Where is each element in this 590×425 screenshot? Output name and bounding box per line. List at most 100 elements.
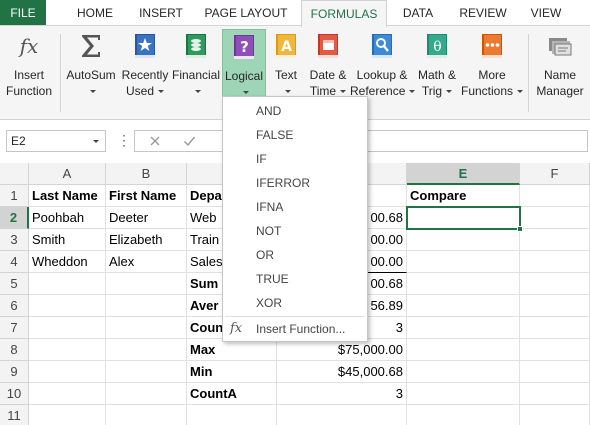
cell-b1[interactable]: First Name — [106, 185, 187, 207]
menu-item-true[interactable]: TRUE — [223, 267, 367, 291]
cell-e11[interactable] — [407, 405, 520, 425]
menu-item-insert-function[interactable]: fx Insert Function... — [223, 317, 367, 341]
cell-f10[interactable] — [520, 383, 590, 405]
row-header-9[interactable]: 9 — [0, 361, 29, 383]
name-box[interactable]: E2 — [6, 130, 106, 152]
cell-d8[interactable]: $75,000.00 — [277, 339, 407, 361]
row-header-6[interactable]: 6 — [0, 295, 29, 317]
cell-a4[interactable]: Wheddon — [29, 251, 106, 273]
fill-handle[interactable] — [517, 226, 523, 232]
cell-d10[interactable]: 3 — [277, 383, 407, 405]
cell-f2[interactable] — [520, 207, 590, 229]
cell-b8[interactable] — [106, 339, 187, 361]
recently-used-button[interactable]: Recently Used — [120, 29, 170, 117]
check-icon[interactable] — [183, 135, 196, 147]
menu-item-iferror[interactable]: IFERROR — [223, 171, 367, 195]
x-icon[interactable] — [149, 135, 161, 147]
menu-item-not[interactable]: NOT — [223, 219, 367, 243]
cell-a7[interactable] — [29, 317, 106, 339]
tab-insert[interactable]: INSERT — [128, 0, 194, 26]
cell-e9[interactable] — [407, 361, 520, 383]
name-manager-button[interactable]: Name Manager — [532, 29, 588, 117]
tab-page-layout[interactable]: PAGE LAYOUT — [196, 0, 296, 26]
cell-e1[interactable]: Compare — [407, 185, 520, 207]
column-header-b[interactable]: B — [106, 163, 187, 185]
cell-b4[interactable]: Alex — [106, 251, 187, 273]
name-box-dropdown-icon[interactable] — [93, 140, 99, 143]
more-functions-button[interactable]: More Functions — [460, 29, 524, 117]
tab-review[interactable]: REVIEW — [450, 0, 516, 26]
cell-e7[interactable] — [407, 317, 520, 339]
cell-a9[interactable] — [29, 361, 106, 383]
cell-f1[interactable] — [520, 185, 590, 207]
cell-a5[interactable] — [29, 273, 106, 295]
menu-item-xor[interactable]: XOR — [223, 291, 367, 315]
math-trig-button[interactable]: θ Math & Trig — [414, 29, 460, 117]
cell-b10[interactable] — [106, 383, 187, 405]
cell-d9[interactable]: $45,000.68 — [277, 361, 407, 383]
tab-file[interactable]: FILE — [0, 0, 46, 26]
row-header-7[interactable]: 7 — [0, 317, 29, 339]
cell-c8[interactable]: Max — [187, 339, 277, 361]
tab-view[interactable]: VIEW — [518, 0, 574, 26]
cell-a2[interactable]: Poohbah — [29, 207, 106, 229]
financial-caret[interactable] — [171, 83, 221, 99]
cell-f11[interactable] — [520, 405, 590, 425]
cell-f3[interactable] — [520, 229, 590, 251]
row-header-3[interactable]: 3 — [0, 229, 29, 251]
cell-e10[interactable] — [407, 383, 520, 405]
cell-a11[interactable] — [29, 405, 106, 425]
row-header-2[interactable]: 2 — [0, 207, 29, 229]
row-header-8[interactable]: 8 — [0, 339, 29, 361]
cell-d11[interactable] — [277, 405, 407, 425]
cell-a1[interactable]: Last Name — [29, 185, 106, 207]
cell-f7[interactable] — [520, 317, 590, 339]
cell-b9[interactable] — [106, 361, 187, 383]
menu-item-if[interactable]: IF — [223, 147, 367, 171]
autosum-caret[interactable] — [64, 83, 118, 99]
cell-b3[interactable]: Elizabeth — [106, 229, 187, 251]
row-header-1[interactable]: 1 — [0, 185, 29, 207]
cell-e2[interactable] — [407, 207, 520, 229]
financial-button[interactable]: Financial — [171, 29, 221, 117]
formula-bar-grip-icon[interactable]: ⋮ — [117, 130, 131, 152]
select-all-corner[interactable] — [0, 163, 29, 185]
column-header-a[interactable]: A — [29, 163, 106, 185]
tab-data[interactable]: DATA — [390, 0, 446, 26]
row-header-11[interactable]: 11 — [0, 405, 29, 425]
row-header-5[interactable]: 5 — [0, 273, 29, 295]
cell-c11[interactable] — [187, 405, 277, 425]
cell-c10[interactable]: CountA — [187, 383, 277, 405]
cell-f4[interactable] — [520, 251, 590, 273]
cell-e6[interactable] — [407, 295, 520, 317]
cell-c9[interactable]: Min — [187, 361, 277, 383]
cell-f8[interactable] — [520, 339, 590, 361]
tab-formulas[interactable]: FORMULAS — [301, 0, 387, 27]
cell-b5[interactable] — [106, 273, 187, 295]
tab-home[interactable]: HOME — [62, 0, 128, 26]
menu-item-ifna[interactable]: IFNA — [223, 195, 367, 219]
cell-f6[interactable] — [520, 295, 590, 317]
insert-function-button[interactable]: fx Insert Function — [2, 29, 56, 117]
cell-e5[interactable] — [407, 273, 520, 295]
column-header-f[interactable]: F — [520, 163, 590, 185]
autosum-button[interactable]: AutoSum — [64, 29, 118, 117]
cell-f5[interactable] — [520, 273, 590, 295]
menu-item-false[interactable]: FALSE — [223, 123, 367, 147]
cell-e8[interactable] — [407, 339, 520, 361]
row-header-10[interactable]: 10 — [0, 383, 29, 405]
column-header-e[interactable]: E — [407, 163, 520, 185]
cell-a3[interactable]: Smith — [29, 229, 106, 251]
menu-item-and[interactable]: AND — [223, 99, 367, 123]
cell-a6[interactable] — [29, 295, 106, 317]
cell-a8[interactable] — [29, 339, 106, 361]
row-header-4[interactable]: 4 — [0, 251, 29, 273]
cell-e3[interactable] — [407, 229, 520, 251]
cell-b11[interactable] — [106, 405, 187, 425]
cell-b6[interactable] — [106, 295, 187, 317]
cell-a10[interactable] — [29, 383, 106, 405]
cell-b2[interactable]: Deeter — [106, 207, 187, 229]
cell-f9[interactable] — [520, 361, 590, 383]
cell-b7[interactable] — [106, 317, 187, 339]
cell-e4[interactable] — [407, 251, 520, 273]
